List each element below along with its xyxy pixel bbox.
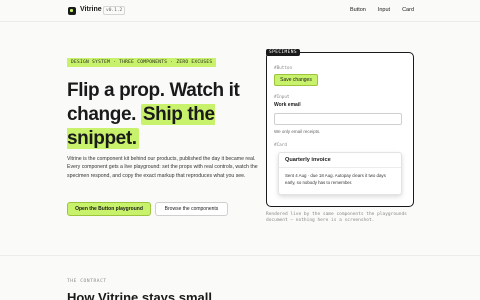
specimens-caption: Rendered live by the same components the… bbox=[266, 212, 407, 224]
top-navbar: Vitrine v0.1.2 Button Input Card bbox=[0, 0, 480, 22]
specimens-tag: SPECIMENS bbox=[266, 49, 300, 56]
card-specimen-label: #Card bbox=[274, 143, 287, 148]
card-title: Quarterly invoice bbox=[285, 157, 331, 163]
section-divider bbox=[0, 255, 480, 256]
contract-label: THE CONTRACT bbox=[67, 279, 107, 284]
brand-name[interactable]: Vitrine bbox=[80, 5, 102, 15]
version-badge: v0.1.2 bbox=[103, 6, 126, 15]
nav-link-card[interactable]: Card bbox=[402, 6, 414, 14]
work-email-label: Work email bbox=[274, 102, 301, 108]
browse-components-button[interactable]: Browse the components bbox=[155, 202, 228, 216]
nav-link-input[interactable]: Input bbox=[378, 6, 390, 14]
main-nav: Button Input Card bbox=[350, 6, 414, 14]
vitrine-logo-icon[interactable] bbox=[68, 7, 76, 15]
save-changes-button[interactable]: Save changes bbox=[274, 74, 318, 86]
invoice-card: Quarterly invoice Sent 4 Aug · due 18 Au… bbox=[278, 152, 402, 195]
work-email-hint: We only email receipts. bbox=[274, 129, 321, 134]
hero-tagline: DESIGN SYSTEM · THREE COMPONENTS · ZERO … bbox=[67, 58, 217, 67]
contract-title: How Vitrine stays small bbox=[67, 290, 212, 300]
nav-link-button[interactable]: Button bbox=[350, 6, 366, 14]
input-specimen-label: #Input bbox=[274, 95, 290, 100]
hero-description: Vitrine is the component kit behind our … bbox=[67, 156, 258, 179]
card-body: Sent 4 Aug · due 18 Aug. Autopay clears … bbox=[285, 173, 386, 186]
card-divider bbox=[279, 167, 401, 168]
open-button-playground-button[interactable]: Open the Button playground bbox=[67, 202, 151, 216]
work-email-input[interactable] bbox=[274, 113, 402, 125]
hero-headline: Flip a prop. Watch it change. Ship the s… bbox=[67, 79, 267, 151]
button-specimen-label: #Button bbox=[274, 66, 293, 71]
